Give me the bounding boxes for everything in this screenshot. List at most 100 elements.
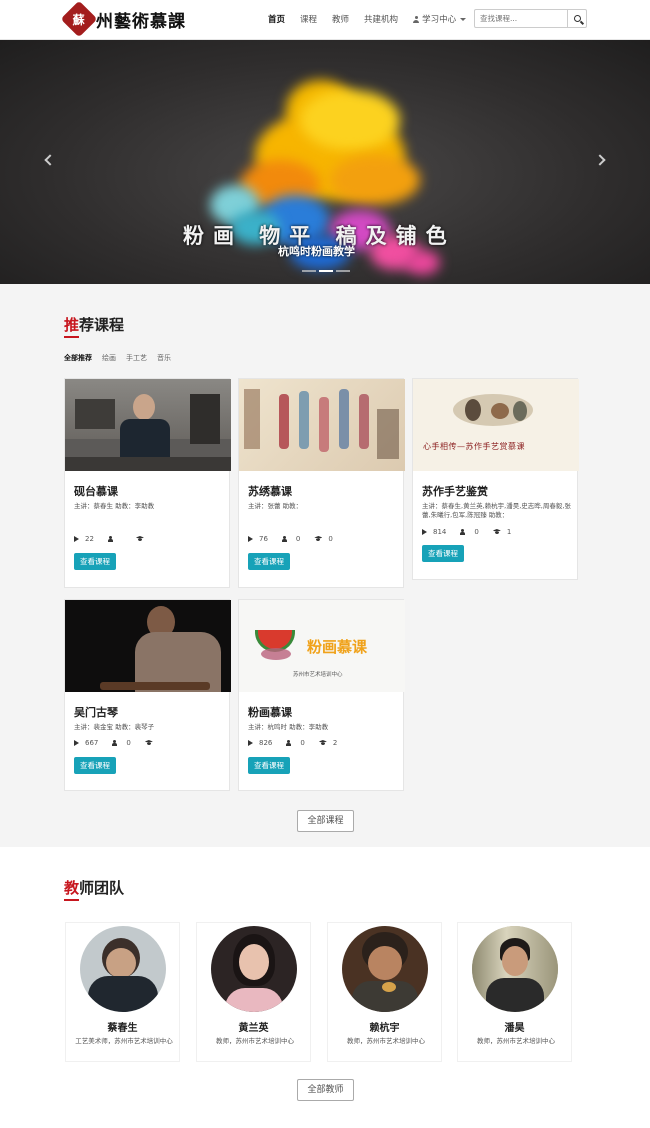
course-thumbnail[interactable] — [65, 600, 231, 692]
teacher-card[interactable]: 黄兰英 教师，苏州市艺术培训中心 — [196, 922, 311, 1062]
course-name[interactable]: 砚台慕课 — [74, 483, 118, 499]
slide-dot[interactable] — [319, 270, 333, 272]
course-thumbnail[interactable] — [239, 379, 405, 471]
site-logo[interactable]: 蘇 州藝術慕課 — [60, 0, 186, 38]
course-name[interactable]: 粉画慕课 — [248, 704, 292, 720]
course-thumbnail[interactable]: 心手相传—苏作手艺赏慕课 — [413, 379, 579, 471]
certificate-icon — [136, 536, 144, 542]
course-name[interactable]: 苏绣慕课 — [248, 483, 292, 499]
view-course-button[interactable]: 查看课程 — [74, 553, 116, 570]
student-icon — [286, 740, 294, 746]
slide-dot[interactable] — [302, 270, 316, 272]
course-card[interactable]: 苏绣慕课 主讲：张蕾 助教： 76 0 0 查看课程 — [238, 378, 405, 588]
student-icon — [460, 529, 468, 535]
teacher-name[interactable]: 黄兰英 — [197, 1019, 310, 1034]
teacher-avatar[interactable] — [211, 926, 297, 1012]
teacher-avatar[interactable] — [80, 926, 166, 1012]
course-name[interactable]: 苏作手艺鉴赏 — [422, 483, 488, 499]
nav-home[interactable]: 首页 — [268, 13, 285, 25]
filter-music[interactable]: 音乐 — [157, 353, 171, 363]
hero-banner: 粉画 物平 稿及铺色 杭鸣时粉画教学 — [0, 40, 650, 284]
filter-painting[interactable]: 绘画 — [102, 353, 116, 363]
certificate-icon — [145, 740, 153, 746]
student-icon — [107, 536, 116, 542]
nav-teachers[interactable]: 教师 — [332, 13, 349, 25]
certificate-icon — [493, 529, 501, 535]
title-accent: 推 — [64, 316, 80, 334]
course-meta: 主讲：蔡春生,黄兰英,赖杭宇,潘昊,史志晔,周春毅,张蕾,朱曦行,包军,陈冠臻 … — [422, 502, 571, 519]
teacher-avatar[interactable] — [472, 926, 558, 1012]
course-card[interactable]: 心手相传—苏作手艺赏慕课 苏作手艺鉴赏 主讲：蔡春生,黄兰英,赖杭宇,潘昊,史志… — [412, 378, 579, 580]
view-course-button[interactable]: 查看课程 — [248, 757, 290, 774]
search-input[interactable] — [475, 10, 567, 27]
course-card[interactable]: 粉画慕课 苏州市艺术培训中心 粉画慕课 主讲：杭鸣时 助教：李助教 826 0 … — [238, 599, 405, 791]
teacher-name[interactable]: 蔡春生 — [66, 1019, 179, 1034]
student-count: 0 — [474, 528, 479, 536]
student-icon — [281, 536, 290, 542]
teacher-desc: 教师，苏州市艺术培训中心 — [216, 1037, 294, 1045]
play-icon — [74, 740, 79, 746]
filter-all[interactable]: 全部推荐 — [64, 353, 92, 363]
filter-handicraft[interactable]: 手工艺 — [126, 353, 147, 363]
section-title-courses: 推荐课程 — [64, 314, 124, 335]
thumb-title: 粉画慕课 — [307, 638, 368, 656]
course-meta: 主讲：蔡春生 助教：李助教 — [74, 502, 155, 510]
course-thumbnail[interactable] — [65, 379, 231, 471]
course-name[interactable]: 吴门古琴 — [74, 704, 118, 720]
view-course-button[interactable]: 查看课程 — [422, 545, 464, 562]
course-stats: 826 0 2 — [248, 739, 351, 747]
nav-learning-center[interactable]: 学习中心 — [413, 13, 467, 25]
course-card[interactable]: 砚台慕课 主讲：蔡春生 助教：李助教 22 查看课程 — [64, 378, 231, 588]
recommended-courses: 推荐课程 全部推荐 绘画 手工艺 音乐 砚台慕课 主讲：蔡春生 助教：李助教 2… — [0, 284, 650, 847]
search-button[interactable] — [567, 10, 586, 27]
title-accent: 教 — [64, 879, 80, 897]
course-filters: 全部推荐 绘画 手工艺 音乐 — [64, 353, 181, 363]
main-nav: 首页 课程 教师 共建机构 学习中心 — [268, 13, 481, 25]
prev-slide-icon[interactable] — [44, 154, 56, 166]
course-meta: 主讲：杭鸣时 助教：李助教 — [248, 723, 329, 731]
teacher-card[interactable]: 潘昊 教师，苏州市艺术培训中心 — [457, 922, 572, 1062]
cert-count: 2 — [332, 739, 338, 747]
course-stats: 667 0 — [74, 739, 173, 747]
banner-subtitle: 杭鸣时粉画教学 — [278, 245, 355, 258]
certificate-icon — [319, 740, 327, 746]
caret-down-icon — [460, 18, 467, 21]
course-stats: 814 0 1 — [422, 528, 525, 536]
logo-text: 州藝術慕課 — [96, 11, 186, 32]
all-courses-button[interactable]: 全部课程 — [297, 810, 354, 832]
nav-partners[interactable]: 共建机构 — [364, 13, 398, 25]
play-icon — [422, 529, 427, 535]
nav-courses[interactable]: 课程 — [300, 13, 317, 25]
logo-seal-char: 蘇 — [72, 12, 86, 27]
play-count: 826 — [259, 739, 273, 747]
teacher-name[interactable]: 赖杭宇 — [328, 1019, 441, 1034]
play-count: 814 — [433, 528, 447, 536]
section-title-teachers: 教师团队 — [64, 877, 124, 898]
student-count: 0 — [295, 535, 301, 543]
student-count: 0 — [126, 739, 131, 747]
teacher-card[interactable]: 赖杭宇 教师，苏州市艺术培训中心 — [327, 922, 442, 1062]
search-icon — [573, 15, 581, 22]
view-course-button[interactable]: 查看课程 — [74, 757, 116, 774]
thumb-caption: 心手相传—苏作手艺赏慕课 — [423, 442, 525, 451]
next-slide-icon[interactable] — [594, 154, 606, 166]
all-teachers-button[interactable]: 全部教师 — [297, 1079, 354, 1101]
teacher-avatar[interactable] — [342, 926, 428, 1012]
teacher-card[interactable]: 蔡春生 工艺美术师，苏州市艺术培训中心 — [65, 922, 180, 1062]
view-course-button[interactable]: 查看课程 — [248, 553, 290, 570]
play-icon — [74, 536, 79, 542]
logo-seal: 蘇 — [60, 0, 98, 38]
course-card[interactable]: 吴门古琴 主讲：裴金宝 助教：裴琴子 667 0 查看课程 — [64, 599, 231, 791]
slide-dot[interactable] — [336, 270, 350, 272]
teacher-desc: 教师，苏州市艺术培训中心 — [477, 1037, 555, 1045]
student-icon — [112, 740, 120, 746]
course-stats: 76 0 0 — [248, 535, 347, 543]
course-stats: 22 — [74, 535, 164, 543]
slide-indicators — [302, 270, 350, 272]
teacher-name[interactable]: 潘昊 — [458, 1019, 571, 1034]
search-box — [474, 9, 587, 28]
course-meta: 主讲：裴金宝 助教：裴琴子 — [74, 723, 155, 731]
course-meta: 主讲：张蕾 助教： — [248, 502, 303, 510]
course-thumbnail[interactable]: 粉画慕课 苏州市艺术培训中心 — [239, 600, 405, 692]
teacher-desc: 教师，苏州市艺术培训中心 — [347, 1037, 425, 1045]
